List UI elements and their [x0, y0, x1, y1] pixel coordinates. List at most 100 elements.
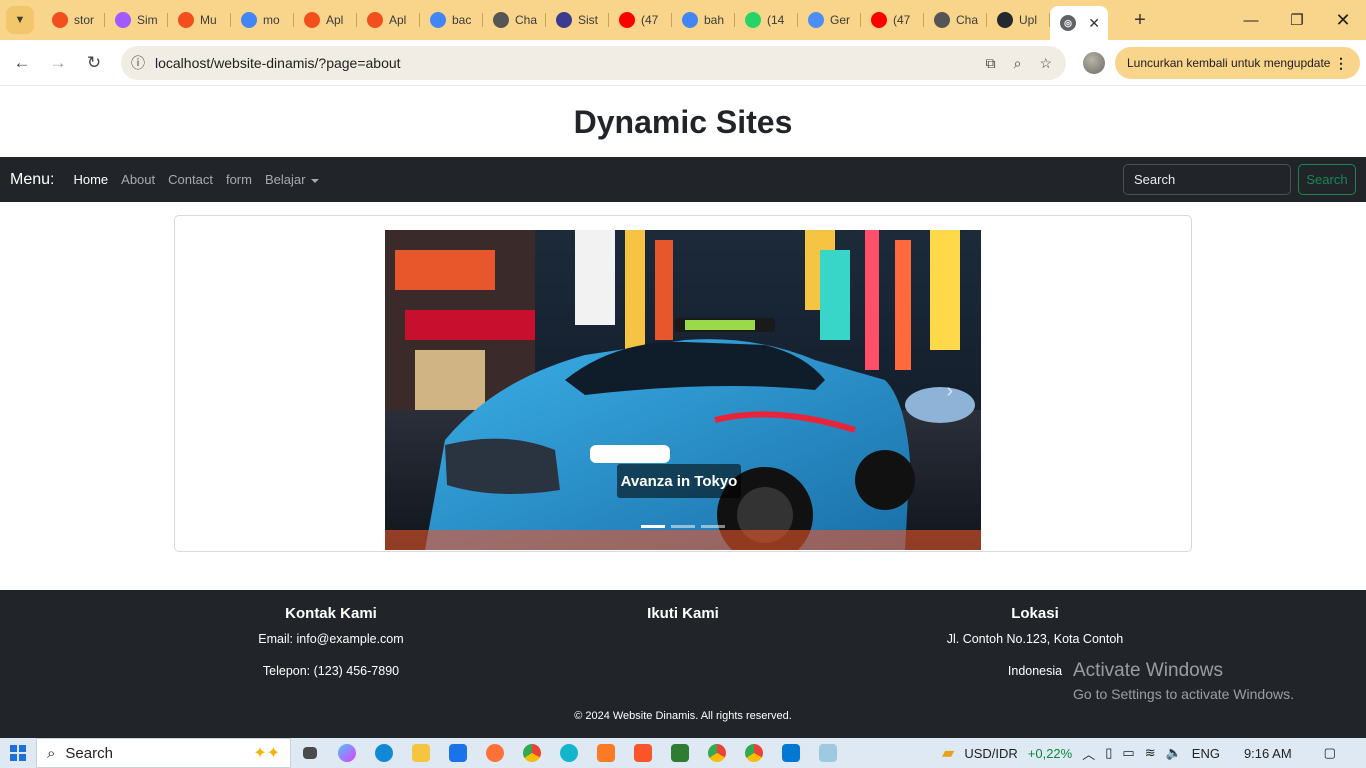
- device-icon[interactable]: ▯: [1105, 745, 1112, 761]
- browser-tab-strip: ▼ stor Sim Mu mo Apl Apl bac Cha Sist (47 bah (14 Ge…: [0, 0, 1366, 40]
- carousel-next-icon[interactable]: ›: [946, 380, 953, 403]
- browser-tab[interactable]: Apl: [294, 5, 357, 35]
- carousel-indicators: [641, 525, 725, 528]
- xampp-icon[interactable]: [587, 738, 624, 768]
- browser-tab[interactable]: Apl: [357, 5, 420, 35]
- browser-tab[interactable]: Mu: [168, 5, 231, 35]
- notification-icon[interactable]: ▢: [1324, 745, 1336, 761]
- vscode-icon[interactable]: [772, 738, 809, 768]
- file-explorer-icon[interactable]: [402, 738, 439, 768]
- volume-icon[interactable]: 🔈: [1166, 745, 1182, 761]
- chevron-up-icon[interactable]: ︿: [1082, 744, 1095, 763]
- browser-tab[interactable]: Sim: [105, 5, 168, 35]
- whatsapp-icon: [745, 12, 761, 28]
- browser-tab[interactable]: (47: [609, 5, 672, 35]
- google-icon: [241, 12, 257, 28]
- chrome-profile-icon[interactable]: [735, 738, 772, 768]
- carousel-caption: Avanza in Tokyo: [617, 464, 741, 498]
- tab-label: Cha: [956, 13, 979, 27]
- navbar-brand: Menu:: [10, 170, 55, 188]
- image-carousel[interactable]: › Avanza in Tokyo: [385, 230, 981, 550]
- youtube-icon: [619, 12, 635, 28]
- tab-label: bac: [452, 13, 472, 27]
- close-window-button[interactable]: ✕: [1320, 0, 1366, 40]
- chrome-icon[interactable]: [513, 738, 550, 768]
- more-menu-icon[interactable]: ⋮: [1334, 55, 1348, 72]
- bookmark-star-icon[interactable]: ☆: [1039, 55, 1052, 72]
- close-tab-icon[interactable]: ✕: [1088, 15, 1100, 32]
- ticker-change: +0,22%: [1027, 745, 1073, 761]
- chrome-running-icon[interactable]: [698, 738, 735, 768]
- browser-tab[interactable]: bah: [672, 5, 735, 35]
- taskbar-search[interactable]: ⌕ Search ✦✦: [36, 738, 291, 768]
- footer-follow-heading: Ikuti Kami: [647, 605, 719, 622]
- carousel-indicator[interactable]: [671, 525, 695, 528]
- restore-button[interactable]: ❐: [1274, 0, 1320, 40]
- browser-tab[interactable]: Sist: [546, 5, 609, 35]
- clock[interactable]: 9:16 AM: [1244, 746, 1292, 761]
- site-navbar: Menu: Home About Contact form Belajar Se…: [0, 157, 1366, 202]
- tab-label: stor: [74, 13, 95, 27]
- browser-tab[interactable]: mo: [231, 5, 294, 35]
- chatgpt-icon: [934, 12, 950, 28]
- language-indicator[interactable]: ENG: [1192, 746, 1220, 761]
- search-input[interactable]: [1123, 164, 1291, 195]
- tab-label: (47: [893, 13, 911, 27]
- battery-icon[interactable]: ▭: [1122, 745, 1134, 761]
- watermark-title: Activate Windows: [1073, 660, 1223, 681]
- firefox-icon[interactable]: [476, 738, 513, 768]
- copilot-icon[interactable]: [328, 738, 365, 768]
- new-tab-button[interactable]: +: [1126, 6, 1154, 34]
- tab-label: Ger: [830, 13, 851, 27]
- browser-tab[interactable]: Cha: [483, 5, 546, 35]
- forward-button[interactable]: →: [40, 45, 76, 81]
- browser-tab[interactable]: stor: [42, 5, 105, 35]
- footer-follow: Ikuti Kami: [503, 590, 863, 622]
- browser-tab[interactable]: Upl: [987, 5, 1050, 35]
- browser-tab[interactable]: Cha: [924, 5, 987, 35]
- brave-icon[interactable]: [624, 738, 661, 768]
- network-icon[interactable]: ≋: [1145, 745, 1156, 761]
- profile-avatar[interactable]: [1083, 52, 1105, 74]
- carousel-indicator[interactable]: [701, 525, 725, 528]
- nav-contact[interactable]: Contact: [168, 172, 213, 187]
- browser-toolbar: ← → ↻ ⓘ localhost/website-dinamis/?page=…: [0, 40, 1366, 86]
- browser-tab[interactable]: (47: [861, 5, 924, 35]
- tab-search-button[interactable]: ▼: [6, 6, 34, 34]
- browser-tab[interactable]: Ger: [798, 5, 861, 35]
- google-icon: [430, 12, 446, 28]
- browser-tab[interactable]: bac: [420, 5, 483, 35]
- browser-tab[interactable]: (14: [735, 5, 798, 35]
- address-bar[interactable]: ⓘ localhost/website-dinamis/?page=about …: [121, 46, 1066, 80]
- tab-label: (47: [641, 13, 659, 27]
- ticker-label[interactable]: USD/IDR: [964, 746, 1017, 761]
- translate-icon[interactable]: ⧉: [986, 55, 996, 72]
- update-button[interactable]: Luncurkan kembali untuk mengupdate ⋮: [1115, 47, 1360, 79]
- minimize-button[interactable]: —: [1228, 0, 1274, 40]
- tab-label: (14: [767, 13, 785, 27]
- youtube-icon: [871, 12, 887, 28]
- edge-icon[interactable]: [365, 738, 402, 768]
- figma-icon: [304, 12, 320, 28]
- nav-home[interactable]: Home: [73, 172, 108, 187]
- zoom-icon[interactable]: ⌕: [1014, 55, 1022, 72]
- notepad-icon[interactable]: [809, 738, 846, 768]
- footer-contact: Kontak Kami Email: info@example.com Tele…: [151, 590, 511, 678]
- chrome-alt-icon[interactable]: [550, 738, 587, 768]
- app-icon[interactable]: [661, 738, 698, 768]
- mail-icon[interactable]: [439, 738, 476, 768]
- search-button[interactable]: Search: [1298, 164, 1356, 195]
- nav-about[interactable]: About: [121, 172, 155, 187]
- start-button[interactable]: [0, 738, 36, 768]
- carousel-indicator[interactable]: [641, 525, 665, 528]
- reload-button[interactable]: ↻: [76, 45, 112, 81]
- url-text[interactable]: localhost/website-dinamis/?page=about: [155, 55, 401, 71]
- system-tray: ▰ USD/IDR +0,22% ︿ ▯ ▭ ≋ 🔈 ENG 9:16 AM ▢: [942, 738, 1336, 768]
- footer-contact-heading: Kontak Kami: [285, 605, 377, 622]
- nav-form[interactable]: form: [226, 172, 252, 187]
- nav-belajar-dropdown[interactable]: Belajar: [265, 172, 320, 187]
- site-info-icon[interactable]: ⓘ: [121, 53, 155, 73]
- back-button[interactable]: ←: [4, 45, 40, 81]
- active-tab[interactable]: ◎ ✕: [1050, 6, 1108, 40]
- task-view-icon[interactable]: [291, 738, 328, 768]
